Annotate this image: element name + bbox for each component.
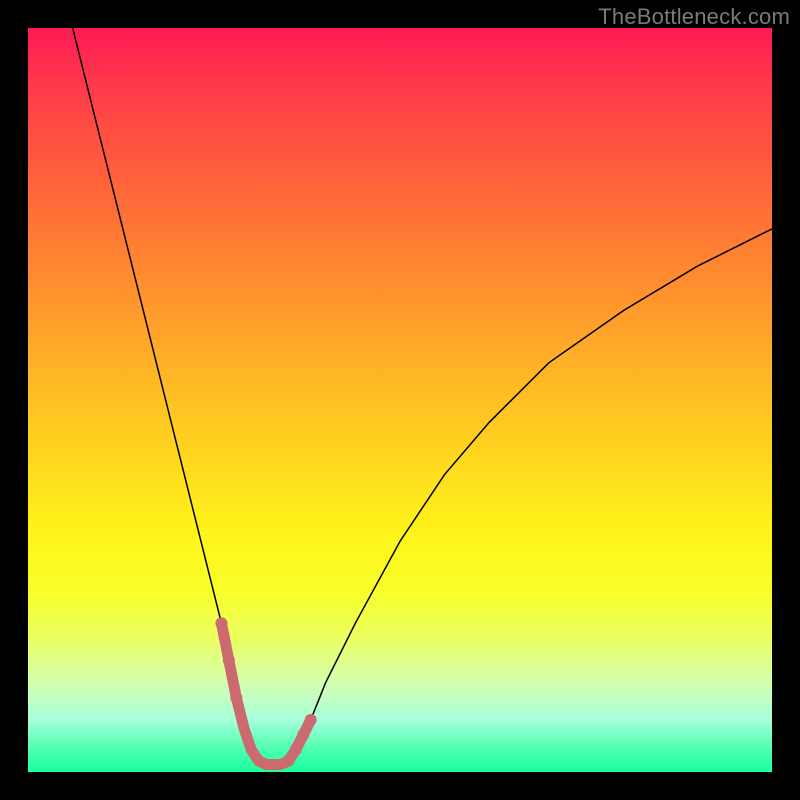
optimum-dot — [215, 617, 227, 629]
plot-area — [28, 28, 772, 772]
optimum-dot — [305, 714, 317, 726]
bottleneck-curve-svg — [28, 28, 772, 772]
optimum-dot — [297, 729, 309, 741]
watermark-label: TheBottleneck.com — [598, 4, 790, 30]
chart-frame: TheBottleneck.com — [0, 0, 800, 800]
optimum-dot — [230, 692, 242, 704]
bottleneck-curve — [73, 28, 772, 765]
optimum-dot — [290, 744, 302, 756]
optimum-dot — [223, 654, 235, 666]
optimum-dot — [282, 755, 294, 767]
